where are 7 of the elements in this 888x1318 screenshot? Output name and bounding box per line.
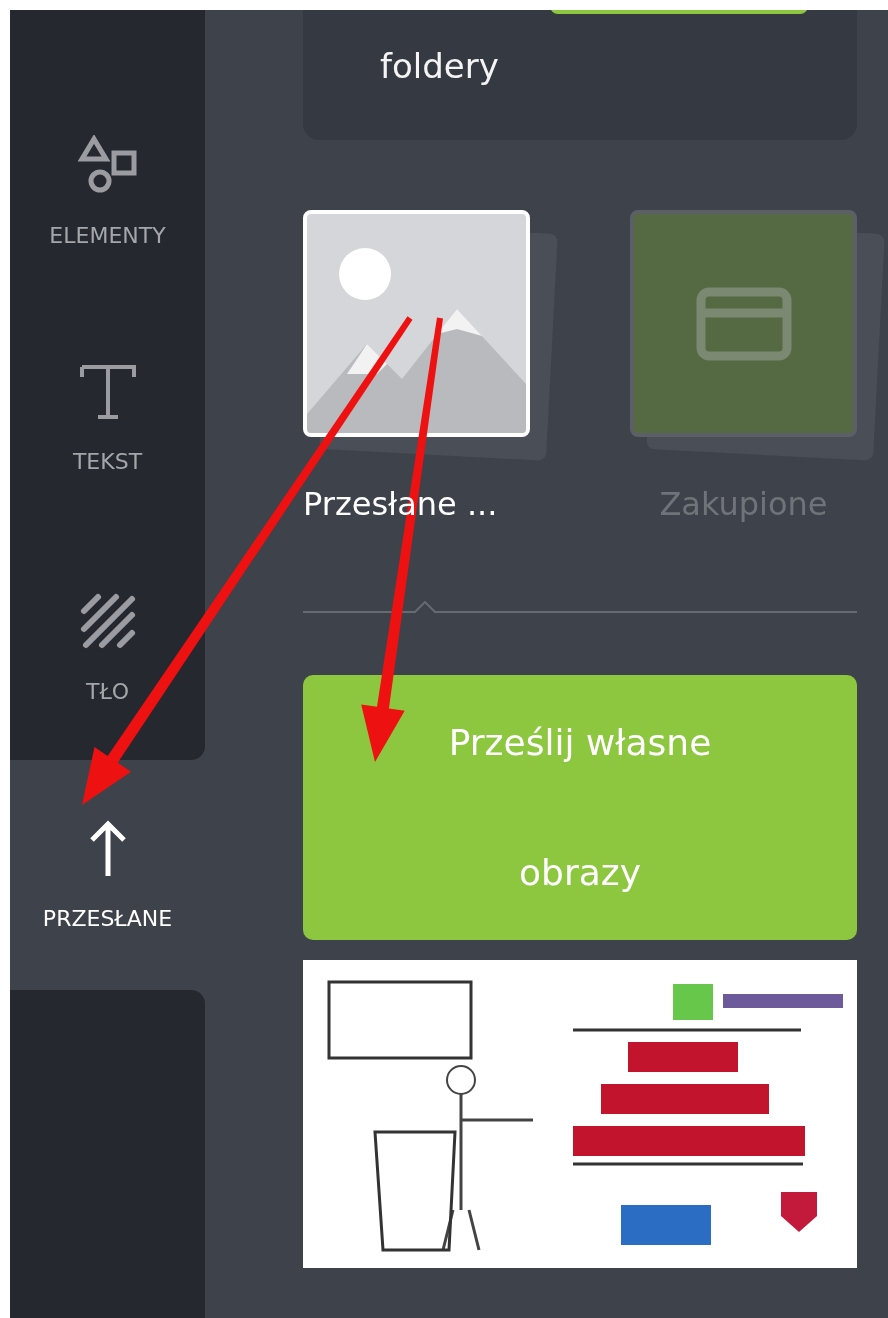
sidebar-item[interactable]: TŁO: [10, 571, 205, 760]
sidebar-item[interactable]: ELEMENTY: [10, 115, 205, 343]
text-icon: [77, 363, 138, 421]
card-icon: [695, 286, 792, 361]
sidebar-item[interactable]: TEKST: [10, 343, 205, 571]
shapes-icon: [75, 135, 140, 195]
promo-text: foldery: [380, 45, 500, 88]
